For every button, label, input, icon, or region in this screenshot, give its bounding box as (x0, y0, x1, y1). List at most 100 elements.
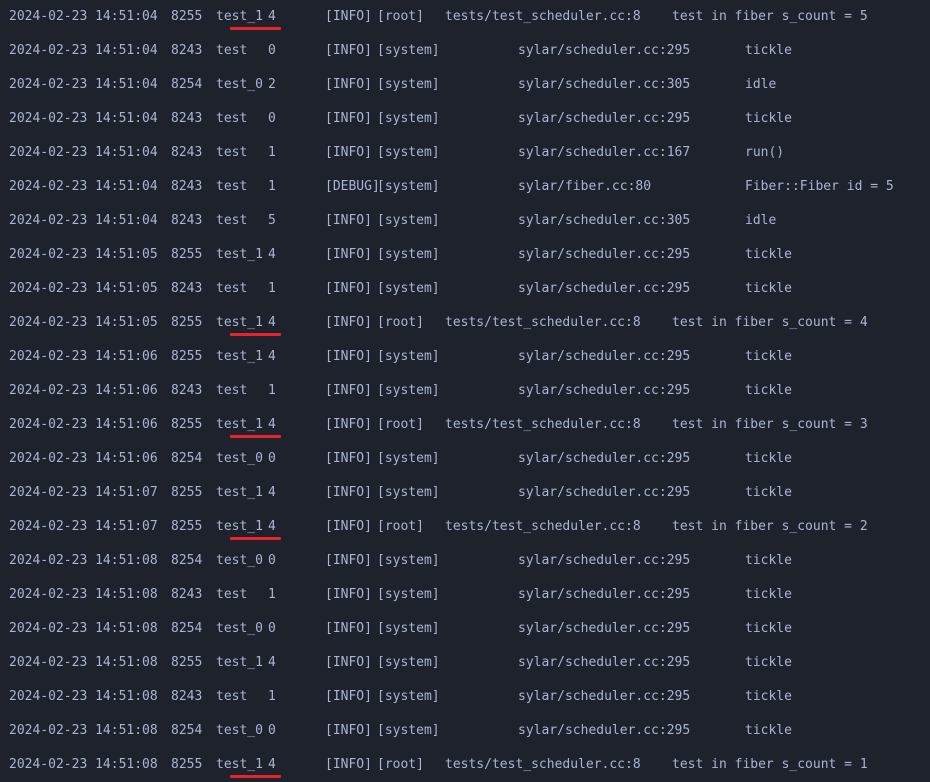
log-timestamp: 2024-02-23 14:51:08 (9, 621, 158, 636)
log-level: [INFO] (325, 77, 372, 92)
log-line: 2024-02-23 14:51:08 8254 test_0 0 [INFO] [sys… (0, 612, 930, 646)
log-logger-name: [system] (377, 213, 440, 228)
log-pid: 8243 (171, 111, 203, 126)
log-line: 2024-02-23 14:51:08 8243 test 1 [INFO] [syste… (0, 680, 930, 714)
log-message: tickle (745, 723, 792, 738)
log-logger-name: [system] (377, 77, 440, 92)
log-source-location: sylar/scheduler.cc:295 (518, 349, 691, 364)
log-level: [INFO] (325, 247, 372, 262)
log-message: tickle (745, 621, 792, 636)
log-level: [INFO] (325, 111, 372, 126)
log-level: [INFO] (325, 281, 372, 296)
log-message: test in fiber s_count = 5 (672, 9, 868, 24)
terminal-log-output[interactable]: 2024-02-23 14:51:04 8255 test_1 4 [INFO] [roo… (0, 0, 930, 782)
log-pid: 8255 (171, 315, 203, 330)
log-thread-name: test_0 (216, 621, 263, 636)
log-logger-name: [system] (377, 621, 440, 636)
log-pid: 8255 (171, 417, 203, 432)
log-timestamp: 2024-02-23 14:51:08 (9, 655, 158, 670)
log-fiber-id: 1 (268, 383, 276, 398)
log-pid: 8255 (171, 349, 203, 364)
log-fiber-id: 4 (268, 655, 276, 670)
log-source-location: sylar/scheduler.cc:295 (518, 587, 691, 602)
log-thread-name: test (216, 281, 248, 296)
log-line: 2024-02-23 14:51:06 8255 test_1 4 [INFO] [roo… (0, 408, 930, 442)
log-logger-name: [system] (377, 349, 440, 364)
log-pid: 8243 (171, 383, 203, 398)
log-source-location: sylar/scheduler.cc:305 (518, 77, 691, 92)
log-level: [INFO] (325, 145, 372, 160)
log-logger-name: [system] (377, 655, 440, 670)
log-level: [INFO] (325, 383, 372, 398)
log-logger-name: [system] (377, 723, 440, 738)
log-line: 2024-02-23 14:51:04 8243 test 5 [INFO] [syste… (0, 204, 930, 238)
log-level: [INFO] (325, 9, 372, 24)
log-pid: 8255 (171, 9, 203, 24)
log-line: 2024-02-23 14:51:06 8254 test_0 0 [INFO] [sys… (0, 442, 930, 476)
log-line: 2024-02-23 14:51:07 8255 test_1 4 [INFO] [roo… (0, 510, 930, 544)
log-thread-name: test (216, 213, 248, 228)
log-thread-name: test (216, 179, 248, 194)
log-level: [INFO] (325, 213, 372, 228)
log-level: [INFO] (325, 587, 372, 602)
log-fiber-id: 1 (268, 587, 276, 602)
log-level: [INFO] (325, 315, 372, 330)
log-thread-name: test_0 (216, 451, 263, 466)
log-timestamp: 2024-02-23 14:51:06 (9, 451, 158, 466)
log-message: tickle (745, 43, 792, 58)
log-thread-name: test (216, 383, 248, 398)
log-logger-name: [system] (377, 383, 440, 398)
log-logger-name: [root] (377, 315, 424, 330)
log-fiber-id: 4 (268, 247, 276, 262)
log-source-location: tests/test_scheduler.cc:8 (445, 519, 641, 534)
log-logger-name: [system] (377, 689, 440, 704)
log-logger-name: [root] (377, 757, 424, 772)
log-pid: 8254 (171, 451, 203, 466)
log-level: [INFO] (325, 43, 372, 58)
log-level: [INFO] (325, 655, 372, 670)
log-line: 2024-02-23 14:51:08 8254 test_0 0 [INFO] [sys… (0, 714, 930, 748)
log-timestamp: 2024-02-23 14:51:04 (9, 179, 158, 194)
log-fiber-id: 1 (268, 281, 276, 296)
log-source-location: tests/test_scheduler.cc:8 (445, 9, 641, 24)
red-underline-annotation (230, 27, 281, 30)
log-source-location: sylar/fiber.cc:80 (518, 179, 652, 194)
log-line: 2024-02-23 14:51:04 8243 test 1 [INFO] [syste… (0, 136, 930, 170)
log-line: 2024-02-23 14:51:04 8254 test_0 2 [INFO] [sys… (0, 68, 930, 102)
log-thread-name: test_0 (216, 77, 263, 92)
log-source-location: sylar/scheduler.cc:295 (518, 383, 691, 398)
log-timestamp: 2024-02-23 14:51:08 (9, 587, 158, 602)
log-line: 2024-02-23 14:51:08 8243 test 1 [INFO] [syste… (0, 578, 930, 612)
log-logger-name: [system] (377, 451, 440, 466)
log-source-location: tests/test_scheduler.cc:8 (445, 315, 641, 330)
log-line-list: 2024-02-23 14:51:04 8255 test_1 4 [INFO] [roo… (0, 0, 930, 782)
log-line: 2024-02-23 14:51:04 8255 test_1 4 [INFO] [roo… (0, 0, 930, 34)
log-logger-name: [root] (377, 519, 424, 534)
log-thread-name: test_1 (216, 247, 263, 262)
log-fiber-id: 0 (268, 43, 276, 58)
log-logger-name: [system] (377, 587, 440, 602)
log-timestamp: 2024-02-23 14:51:04 (9, 43, 158, 58)
log-logger-name: [system] (377, 281, 440, 296)
red-underline-annotation (230, 537, 281, 540)
log-timestamp: 2024-02-23 14:51:04 (9, 145, 158, 160)
log-thread-name: test (216, 111, 248, 126)
log-fiber-id: 4 (268, 485, 276, 500)
log-message: tickle (745, 349, 792, 364)
log-line: 2024-02-23 14:51:08 8254 test_0 0 [INFO] [sys… (0, 544, 930, 578)
log-source-location: sylar/scheduler.cc:295 (518, 43, 691, 58)
log-logger-name: [system] (377, 553, 440, 568)
log-source-location: sylar/scheduler.cc:167 (518, 145, 691, 160)
log-line: 2024-02-23 14:51:04 8243 test 0 [INFO] [syste… (0, 102, 930, 136)
log-pid: 8255 (171, 485, 203, 500)
log-level: [INFO] (325, 621, 372, 636)
log-message: tickle (745, 553, 792, 568)
log-message: tickle (745, 383, 792, 398)
log-timestamp: 2024-02-23 14:51:06 (9, 417, 158, 432)
log-timestamp: 2024-02-23 14:51:08 (9, 553, 158, 568)
log-pid: 8254 (171, 77, 203, 92)
log-message: idle (745, 77, 777, 92)
log-pid: 8243 (171, 145, 203, 160)
log-timestamp: 2024-02-23 14:51:06 (9, 349, 158, 364)
log-line: 2024-02-23 14:51:06 8255 test_1 4 [INFO] [sys… (0, 340, 930, 374)
